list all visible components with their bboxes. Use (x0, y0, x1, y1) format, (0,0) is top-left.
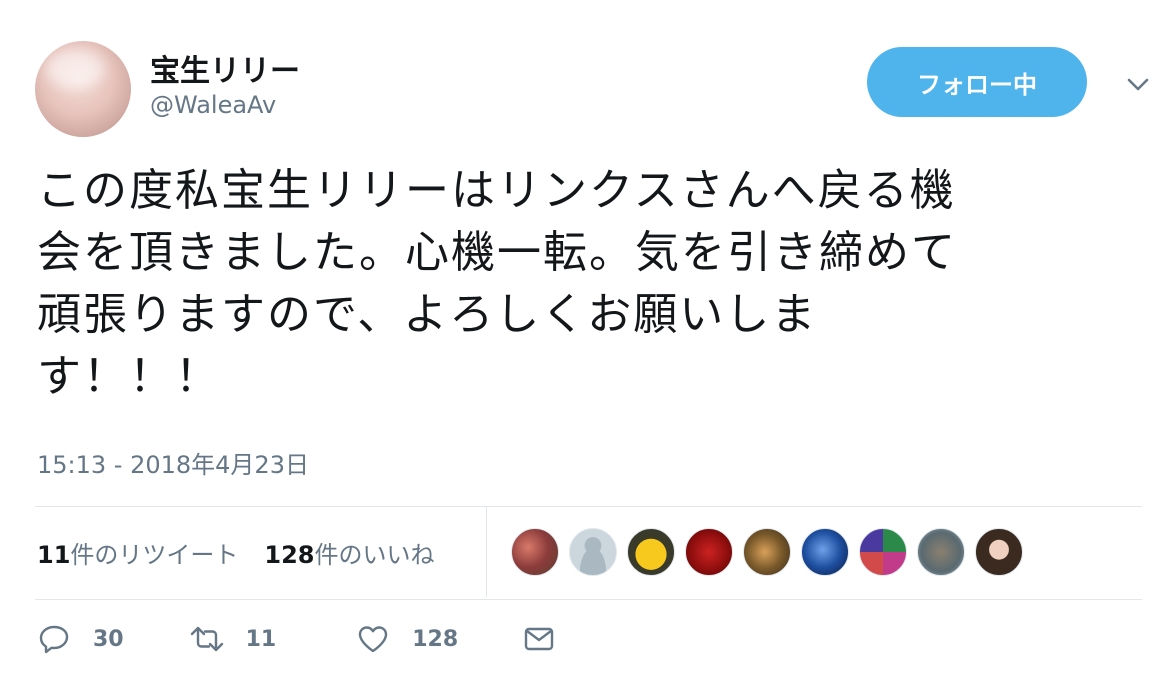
envelope-icon (524, 627, 554, 651)
retweet-action[interactable]: 11 (190, 622, 277, 656)
like-total: 128 (264, 541, 315, 569)
retweet-label: 件のリツイート (70, 541, 239, 569)
divider (35, 599, 1142, 600)
like-label: 件のいいね (314, 541, 435, 569)
retweets-stat[interactable]: 11件のリツイート (37, 541, 238, 569)
engagement-stats: 11件のリツイート 128件のいいね (37, 535, 435, 570)
reply-icon (39, 625, 69, 654)
following-button[interactable]: フォロー中 (867, 47, 1087, 117)
heart-icon (359, 626, 388, 653)
retweet-icon (190, 626, 223, 652)
likers-avatars (511, 528, 1033, 576)
liker-avatar-cat[interactable] (917, 528, 965, 576)
tweet-timestamp[interactable]: 15:13 - 2018年4月23日 (37, 445, 309, 480)
like-action[interactable]: 128 (356, 622, 458, 656)
liker-avatar-woman[interactable] (975, 528, 1023, 576)
liker-avatar-red[interactable] (685, 528, 733, 576)
divider (35, 506, 1142, 507)
tweet-text: この度私宝生リリーはリンクスさんへ戻る機 会を頂きました。心機一転。気を引き締め… (37, 165, 957, 402)
user-handle[interactable]: @WaleaAv (150, 91, 276, 119)
tweet-actions: 30 11 128 (37, 622, 556, 656)
stats-divider (486, 507, 487, 597)
liker-avatar-food[interactable] (743, 528, 791, 576)
likes-stat[interactable]: 128件のいいね (264, 541, 434, 569)
direct-message-action[interactable] (522, 622, 556, 656)
liker-avatar-pattern[interactable] (859, 528, 907, 576)
liker-avatar-blue[interactable] (801, 528, 849, 576)
reply-count: 30 (93, 626, 124, 652)
retweet-total: 11 (37, 541, 71, 569)
display-name[interactable]: 宝生リリー (150, 46, 300, 90)
retweet-count: 11 (245, 626, 277, 652)
liker-avatar-default[interactable] (569, 528, 617, 576)
like-count: 128 (412, 626, 459, 652)
chevron-down-icon[interactable] (1124, 70, 1152, 98)
liker-avatar-couple[interactable] (511, 528, 559, 576)
liker-avatar-duck[interactable] (627, 528, 675, 576)
reply-action[interactable]: 30 (37, 622, 124, 656)
avatar[interactable] (35, 41, 131, 137)
